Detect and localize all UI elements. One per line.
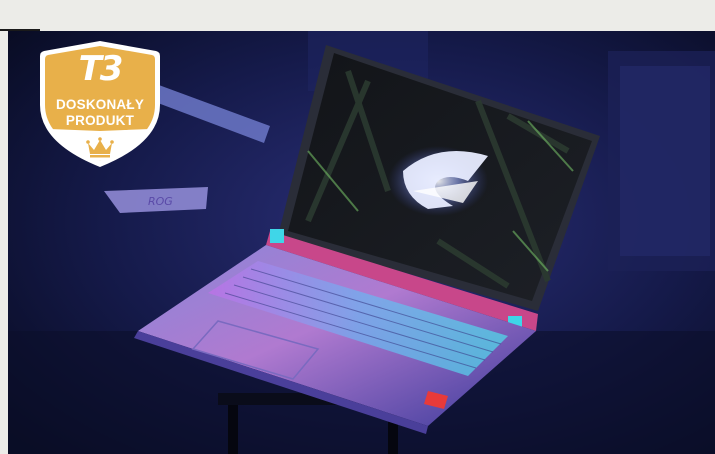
hinge-cap-left (270, 229, 284, 243)
background-window-pane (620, 66, 710, 256)
badge-line-2: PRODUKT (65, 113, 135, 128)
award-badge: T3 DOSKONAŁY PRODUKT (38, 39, 162, 171)
crown-icon (86, 137, 114, 158)
stool-leg (228, 401, 238, 454)
plate-logo-text: ROG (148, 195, 173, 208)
top-bar (0, 0, 715, 30)
badge-line-1: DOSKONAŁY (55, 97, 145, 112)
badge-brand: T3 (78, 49, 124, 89)
product-photo: ROG T3 DOSKONAŁY PRODUKT (8, 31, 715, 454)
